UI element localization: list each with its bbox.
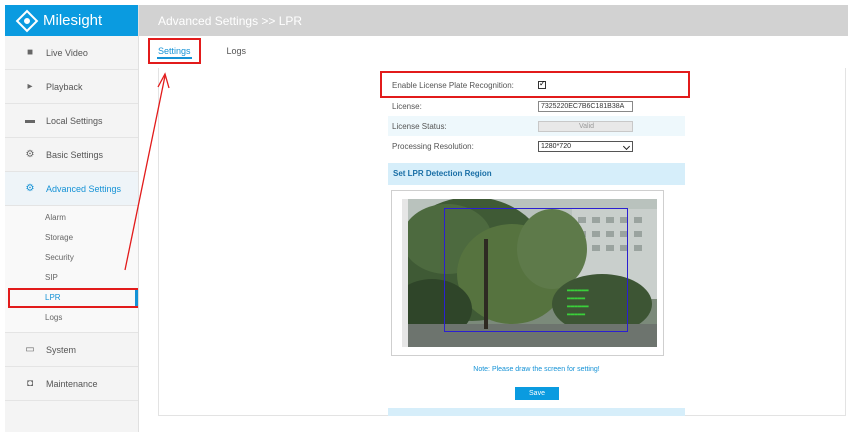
sidebar-item-label: Basic Settings — [46, 149, 104, 160]
detection-region-section-title: Set LPR Detection Region — [388, 163, 685, 185]
next-section-bar — [388, 408, 685, 416]
video-camera-icon: ■ — [26, 46, 34, 58]
play-icon: ▸ — [27, 80, 33, 92]
resolution-select[interactable]: 1280*720 — [538, 140, 633, 152]
ocr-overlay: ▬▬▬▬▬▬ ▬▬▬▬▬ ▬▬▬▬▬▬ ▬▬▬▬▬ — [567, 287, 589, 318]
license-status-field: Valid — [538, 120, 633, 132]
detection-region-box[interactable] — [444, 208, 628, 332]
enable-lpr-highlight — [380, 71, 690, 98]
gears-icon: ⚙ — [25, 182, 35, 194]
sidebar-item-label: Live Video — [46, 47, 88, 58]
brand-name: Milesight — [43, 12, 103, 29]
advanced-settings-submenu: Alarm Storage Security SIP LPR Logs — [5, 206, 138, 333]
gear-icon: ⚙ — [25, 148, 35, 160]
sidebar-item-playback[interactable]: ▸ Playback — [5, 70, 138, 104]
sidebar-item-basic-settings[interactable]: ⚙ Basic Settings — [5, 138, 138, 172]
folder-icon: ▬ — [25, 114, 35, 126]
video-preview-frame: ▬▬▬▬▬▬ ▬▬▬▬▬ ▬▬▬▬▬▬ ▬▬▬▬▬ — [391, 190, 664, 356]
sidebar-item-label: Maintenance — [46, 378, 98, 389]
brand-bar: Milesight — [5, 5, 138, 36]
sidebar-item-local-settings[interactable]: ▬ Local Settings — [5, 104, 138, 138]
page-title: Advanced Settings >> LPR — [158, 13, 303, 28]
tab-settings[interactable]: Settings — [148, 38, 201, 64]
app-window: Milesight ■ Live Video ▸ Playback ▬ Loca… — [0, 0, 853, 432]
subitem-logs[interactable]: Logs — [5, 308, 138, 328]
subitem-sip[interactable]: SIP — [5, 268, 138, 288]
license-status-row: License Status: Valid — [388, 116, 685, 136]
milesight-logo-icon — [15, 9, 39, 32]
sidebar-item-system[interactable]: ▭ System — [5, 333, 138, 367]
sidebar-item-label: System — [46, 344, 77, 355]
video-preview[interactable]: ▬▬▬▬▬▬ ▬▬▬▬▬ ▬▬▬▬▬▬ ▬▬▬▬▬ — [402, 199, 657, 347]
tab-logs[interactable]: Logs — [219, 46, 255, 56]
license-row: License: 7325220EC7B6C181B38A — [388, 96, 685, 116]
monitor-icon: ▭ — [25, 343, 35, 355]
sidebar: Milesight ■ Live Video ▸ Playback ▬ Loca… — [5, 5, 139, 432]
sidebar-item-advanced-settings[interactable]: ⚙ Advanced Settings — [5, 172, 138, 206]
sidebar-item-label: Advanced Settings — [46, 183, 122, 194]
sidebar-item-label: Playback — [46, 81, 83, 92]
subitem-storage[interactable]: Storage — [5, 228, 138, 248]
draw-region-note: Note: Please draw the screen for setting… — [473, 366, 600, 373]
sidebar-item-label: Local Settings — [46, 115, 103, 126]
camera-icon: ◘ — [26, 377, 34, 389]
subitem-security[interactable]: Security — [5, 248, 138, 268]
resolution-row: Processing Resolution: 1280*720 — [388, 136, 685, 156]
license-input[interactable]: 7325220EC7B6C181B38A — [538, 100, 633, 112]
subitem-lpr[interactable]: LPR — [8, 288, 138, 308]
sidebar-item-maintenance[interactable]: ◘ Maintenance — [5, 367, 138, 401]
save-button[interactable]: Save — [515, 387, 559, 400]
subitem-alarm[interactable]: Alarm — [5, 208, 138, 228]
license-status-label: License Status: — [392, 121, 447, 131]
sidebar-item-live-video[interactable]: ■ Live Video — [5, 36, 138, 70]
resolution-label: Processing Resolution: — [392, 141, 474, 151]
license-label: License: — [392, 101, 422, 111]
page-header: Advanced Settings >> LPR — [139, 5, 848, 36]
tab-bar: Settings Logs — [148, 38, 272, 64]
